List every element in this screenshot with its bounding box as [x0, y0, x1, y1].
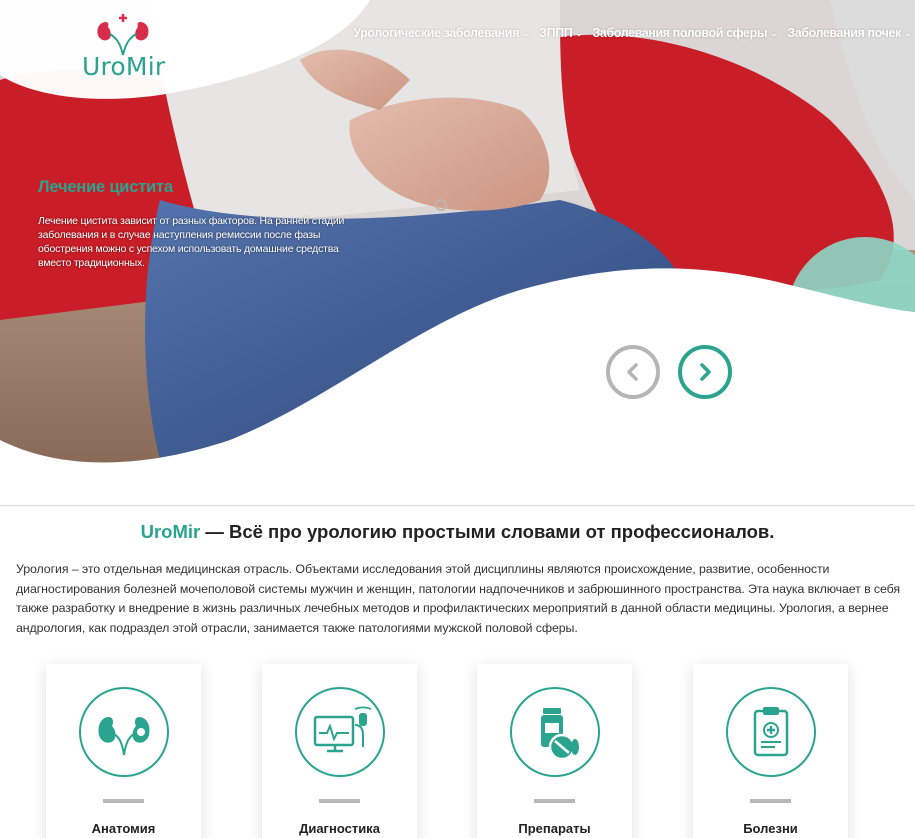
nav-item-label: ЗППП	[539, 26, 573, 40]
card-diseases[interactable]: Болезни	[693, 664, 848, 838]
nav-item-sexual-diseases[interactable]: Заболевания половой сферы ⌄	[592, 26, 777, 40]
card-anatomy[interactable]: Анатомия	[46, 664, 201, 838]
clipboard-icon	[753, 707, 789, 757]
card-label: Препараты	[518, 821, 591, 836]
slide-title[interactable]: Лечение цистита	[38, 178, 173, 197]
slider-prev-button[interactable]	[606, 345, 660, 399]
nav-item-kidney-diseases[interactable]: Заболевания почек ⌄	[787, 26, 911, 40]
slide-text: Лечение цистита зависит от разных фактор…	[38, 215, 345, 269]
nav-item-label: Заболевания половой сферы	[592, 26, 768, 40]
card-icon-circle	[510, 687, 600, 777]
card-icon-circle	[726, 687, 816, 777]
card-label: Болезни	[743, 821, 798, 836]
headline-text: — Всё про урологию простыми словами от п…	[200, 521, 775, 542]
nav-item-label: Заболевания почек	[787, 26, 901, 40]
chevron-down-icon: ⌄	[770, 27, 778, 38]
pills-icon	[541, 708, 579, 761]
nav-item-stds[interactable]: ЗППП ⌄	[539, 26, 583, 40]
section-divider	[0, 505, 915, 506]
card-label: Диагностика	[299, 821, 380, 836]
page-headline: UroMir — Всё про урологию простыми слова…	[0, 521, 915, 543]
chevron-down-icon: ⌄	[521, 27, 530, 38]
slider-next-button[interactable]	[678, 345, 732, 399]
card-divider-bar	[534, 799, 575, 803]
kidneys-icon	[98, 717, 150, 756]
chevron-down-icon: ⌄	[903, 27, 912, 38]
main-nav: Урологические заболевания ⌄ ЗППП ⌄ Забол…	[353, 26, 911, 40]
chevron-down-icon: ⌄	[575, 27, 583, 38]
card-divider-bar	[319, 799, 360, 803]
nav-item-label: Урологические заболевания	[353, 26, 519, 40]
card-icon-circle	[79, 687, 169, 777]
logo-text[interactable]: UroMir	[82, 52, 165, 81]
card-label: Анатомия	[91, 821, 156, 836]
card-diagnostics[interactable]: Диагностика	[262, 664, 417, 838]
hero-slider: UroMir Урологические заболевания ⌄ ЗППП …	[0, 0, 915, 505]
card-icon-circle	[295, 687, 385, 777]
card-divider-bar	[750, 799, 791, 803]
nav-item-urological-diseases[interactable]: Урологические заболевания ⌄	[353, 26, 529, 40]
card-drugs[interactable]: Препараты	[477, 664, 632, 838]
intro-paragraph: Урология – это отдельная медицинская отр…	[16, 562, 900, 635]
chevron-right-icon	[700, 363, 711, 381]
chevron-left-icon	[627, 363, 638, 381]
card-divider-bar	[103, 799, 144, 803]
ultrasound-monitor-icon	[313, 706, 372, 753]
category-cards: Анатомия Диагностика Препараты Болезни	[46, 664, 866, 838]
headline-brand: UroMir	[140, 521, 201, 542]
